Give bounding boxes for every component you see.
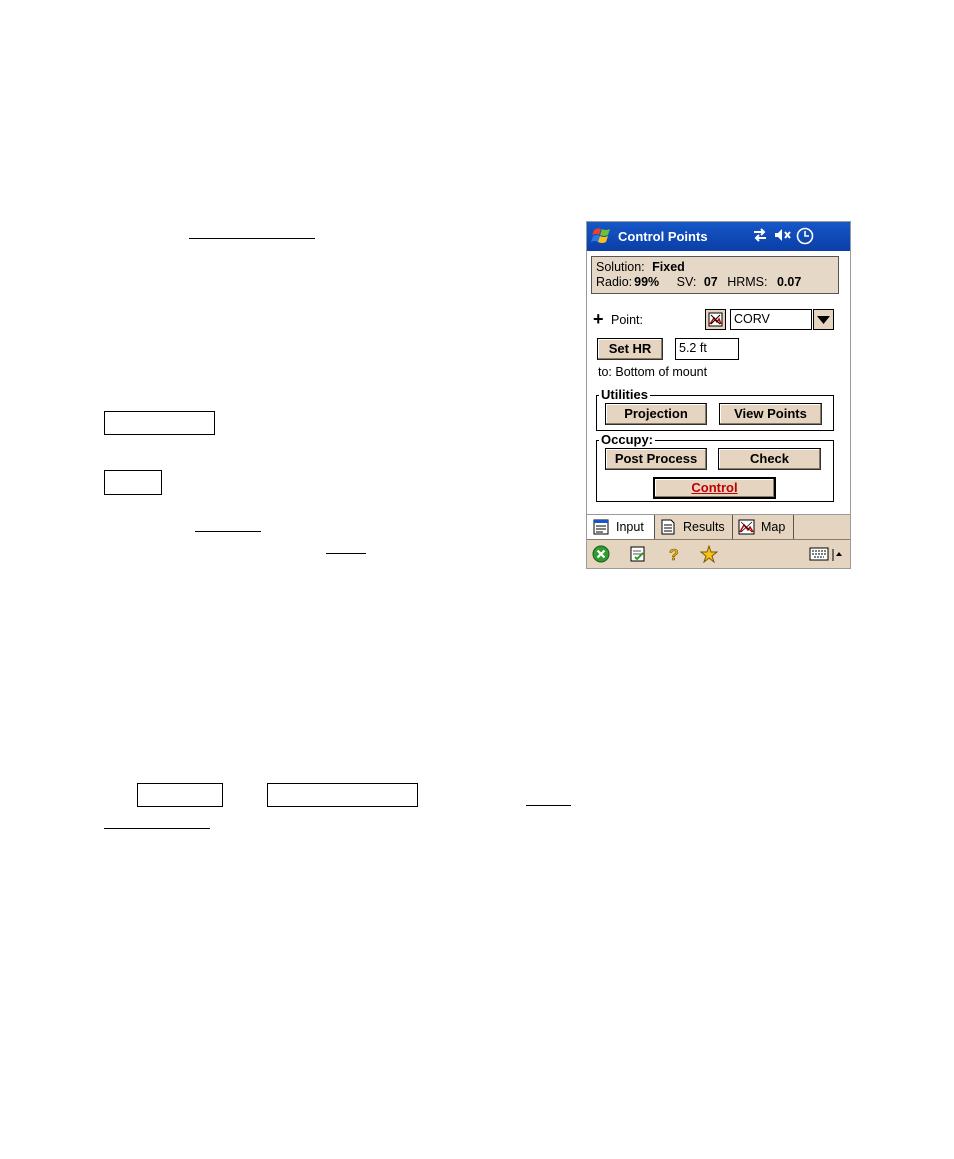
tab-input-label: Input [616, 520, 644, 534]
tab-results[interactable]: Results [655, 515, 733, 539]
tab-map[interactable]: Map [733, 515, 794, 539]
set-hr-button[interactable]: Set HR [597, 338, 663, 360]
map-tab-icon [738, 519, 755, 538]
favorites-icon[interactable] [699, 544, 719, 568]
clock-icon[interactable] [796, 227, 814, 248]
tab-input[interactable]: Input [587, 515, 655, 539]
radio-value: 99% [634, 275, 660, 289]
tab-strip: Input Results Map [587, 514, 850, 540]
redacted-label-box [267, 783, 418, 807]
point-label: Point: [611, 313, 643, 327]
help-icon[interactable]: ? [667, 545, 681, 568]
redacted-label-box [104, 470, 162, 495]
sip-arrow-icon[interactable] [832, 548, 842, 566]
radio-label: Radio: [596, 275, 633, 289]
sv-value: 07 [703, 275, 718, 289]
pocketpc-screen: Control Points Solution: Fixed Radio: 99%… [586, 221, 851, 569]
measure-to-text: to: Bottom of mount [598, 365, 708, 379]
redacted-label-box [104, 411, 215, 435]
solution-value: Fixed [652, 260, 685, 274]
check-button[interactable]: Check [718, 448, 821, 470]
keyboard-icon[interactable] [809, 547, 829, 566]
add-point-icon[interactable]: + [593, 310, 604, 328]
command-bar: ? [587, 539, 850, 568]
projection-button[interactable]: Projection [605, 403, 707, 425]
results-tab-icon [660, 519, 676, 538]
sv-label: SV: [676, 275, 697, 289]
redacted-label-box [137, 783, 223, 807]
tab-results-label: Results [683, 520, 725, 534]
point-combobox[interactable]: CORV [730, 309, 812, 330]
input-tab-icon [593, 519, 609, 538]
redacted-text-line [189, 238, 315, 239]
redacted-text-line [104, 828, 210, 829]
tab-map-label: Map [761, 520, 786, 534]
control-button[interactable]: Control [653, 477, 776, 499]
window-title: Control Points [618, 229, 708, 244]
hrms-label: HRMS: [727, 275, 768, 289]
redacted-text-line [526, 805, 571, 806]
windows-start-icon[interactable] [591, 226, 613, 246]
gps-status-panel: Solution: Fixed Radio: 99% SV: 07 HRMS: 0… [591, 256, 839, 294]
utilities-group-label: Utilities [599, 387, 650, 402]
title-bar: Control Points [587, 222, 850, 251]
post-process-button[interactable]: Post Process [605, 448, 707, 470]
occupy-group-label: Occupy: [599, 432, 656, 447]
svg-text:?: ? [669, 547, 679, 563]
hrms-value: 0.07 [776, 275, 802, 289]
map-point-icon[interactable] [705, 309, 726, 330]
height-input[interactable]: 5.2 ft [675, 338, 739, 360]
connectivity-icon[interactable] [752, 227, 768, 246]
redacted-text-line [326, 553, 366, 554]
speaker-muted-icon[interactable] [774, 227, 792, 246]
redacted-text-line [195, 531, 261, 532]
checklist-icon[interactable] [629, 545, 647, 568]
dropdown-arrow-icon[interactable] [813, 309, 834, 330]
view-points-button[interactable]: View Points [719, 403, 822, 425]
close-icon[interactable] [592, 545, 610, 568]
solution-label: Solution: [596, 260, 645, 274]
